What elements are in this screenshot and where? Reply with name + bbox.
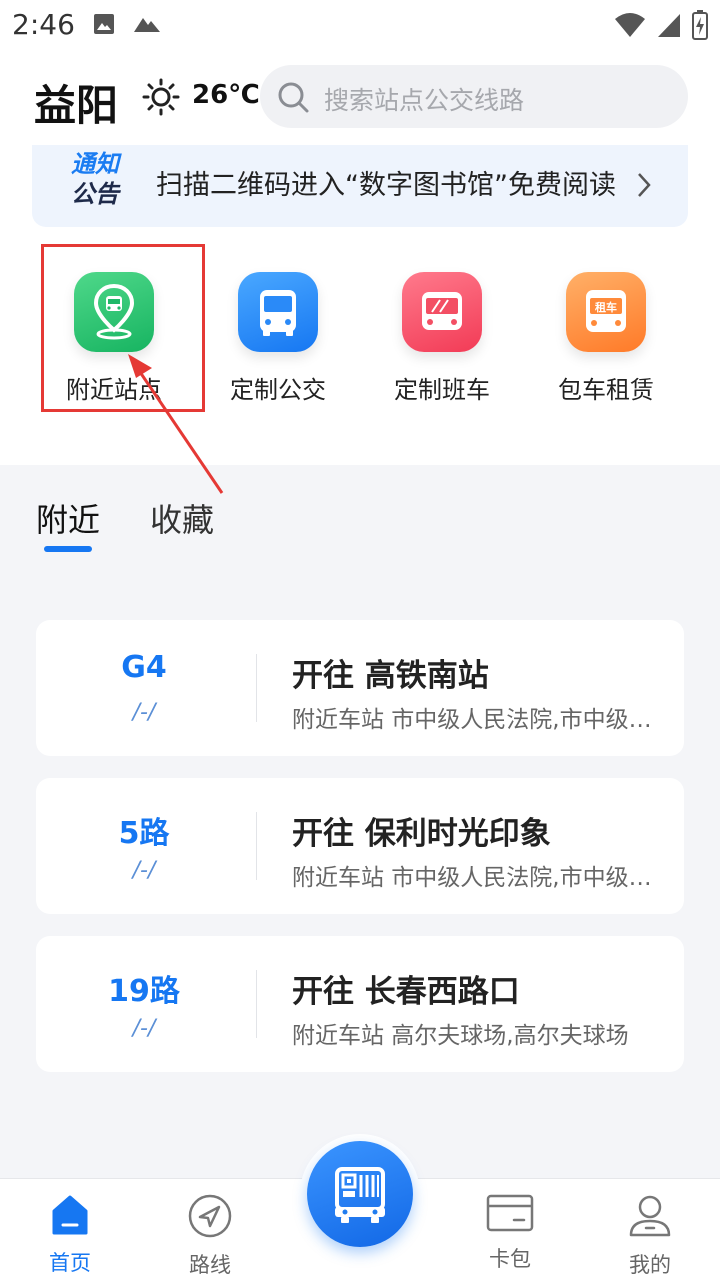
shuttle-bus-icon [402,272,482,352]
card-divider [256,812,257,880]
compass-icon [188,1194,232,1238]
card-divider [256,970,257,1038]
nav-home[interactable]: 首页 [10,1193,130,1277]
notification-triangle-icon [134,18,160,32]
notice-banner[interactable]: 通知 公告 扫描二维码进入“数字图书馆”免费阅读 [32,145,688,227]
highlight-box [41,244,205,412]
feature-custom-bus[interactable]: 定制公交 [203,272,353,405]
search-icon [278,82,309,113]
notice-badge-line1: 通知 [71,150,119,178]
route-sub: /-/ [132,700,156,725]
signal-icon [658,14,680,37]
wallet-card-icon [486,1194,534,1232]
city-name[interactable]: 益阳 [34,72,118,133]
route-destination: 开往 长春西路口 [292,974,520,1010]
notice-badge-line2: 公告 [71,180,119,208]
route-stations: 附近车站 市中级人民法院,市中级人民法院 [292,865,658,891]
notice-text: 扫描二维码进入“数字图书馆”免费阅读 [156,170,616,201]
search-placeholder: 搜索站点公交线路 [324,86,525,115]
card-divider [256,654,257,722]
route-card[interactable]: G4 /-/ 开往 高铁南站 附近车站 市中级人民法院,市中级人民法院 [36,620,684,756]
nav-label: 卡包 [489,1247,531,1271]
user-icon [629,1195,671,1237]
charter-bus-icon: 租车 [566,272,646,352]
route-number: 5路 [118,816,170,851]
route-sub: /-/ [132,858,156,883]
feature-charter-rental[interactable]: 租车 包车租赁 [531,272,681,405]
chevron-right-icon [638,173,651,197]
status-time: 2:46 [12,8,75,41]
nav-label: 首页 [49,1251,91,1275]
route-destination: 开往 高铁南站 [292,658,489,694]
nav-label: 我的 [629,1253,671,1277]
route-stations: 附近车站 市中级人民法院,市中级人民法院 [292,707,658,733]
sun-weather-icon [142,78,180,116]
image-notification-icon [94,14,114,34]
route-destination: 开往 保利时光印象 [292,816,551,852]
feature-label: 包车租赁 [558,376,654,404]
bus-icon [238,272,318,352]
tab-favorites[interactable]: 收藏 [150,495,214,541]
feature-label: 定制公交 [230,376,326,404]
feature-custom-shuttle[interactable]: 定制班车 [367,272,517,405]
tab-nearby[interactable]: 附近 [36,495,100,541]
route-number: 19路 [108,974,180,1009]
route-number: G4 [121,650,167,685]
nav-routes[interactable]: 路线 [150,1193,270,1279]
charter-icon-text: 租车 [595,300,617,314]
temperature: 26℃ [192,80,260,110]
home-icon [52,1195,88,1235]
tab-indicator [44,546,92,552]
nav-label: 路线 [189,1253,231,1277]
feature-label: 定制班车 [394,376,490,404]
scan-qr-ride-button[interactable] [307,1141,413,1247]
search-input[interactable]: 搜索站点公交线路 [260,65,688,128]
notice-badge: 通知 公告 [60,149,130,209]
route-card[interactable]: 19路 /-/ 开往 长春西路口 附近车站 高尔夫球场,高尔夫球场 [36,936,684,1072]
nav-card-wallet[interactable]: 卡包 [450,1193,570,1273]
route-card[interactable]: 5路 /-/ 开往 保利时光印象 附近车站 市中级人民法院,市中级人民法院 [36,778,684,914]
nav-profile[interactable]: 我的 [590,1193,710,1279]
wifi-icon [615,13,645,37]
battery-icon [692,10,708,40]
qr-bus-icon [335,1167,385,1223]
route-sub: /-/ [132,1016,156,1041]
status-bar: 2:46 [0,0,720,50]
route-stations: 附近车站 高尔夫球场,高尔夫球场 [292,1023,629,1049]
